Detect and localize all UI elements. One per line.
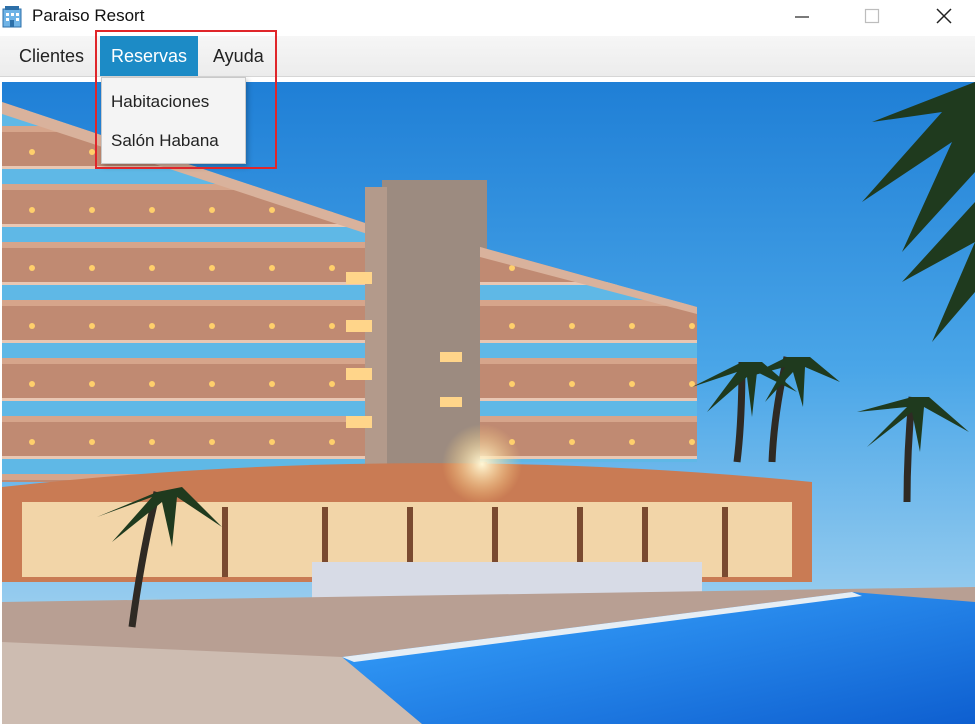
maximize-icon (864, 8, 880, 24)
close-icon (936, 8, 952, 24)
close-button[interactable] (921, 0, 967, 32)
window-title: Paraiso Resort (32, 6, 145, 25)
hotel-icon (2, 4, 22, 28)
maximize-button[interactable] (849, 0, 895, 32)
resort-photo (2, 82, 975, 724)
minimize-button[interactable] (779, 0, 825, 32)
menu-clientes[interactable]: Clientes (9, 36, 94, 76)
annotation-highlight-box (95, 30, 277, 169)
title-bar: Paraiso Resort (0, 0, 975, 34)
minimize-icon (795, 16, 809, 18)
